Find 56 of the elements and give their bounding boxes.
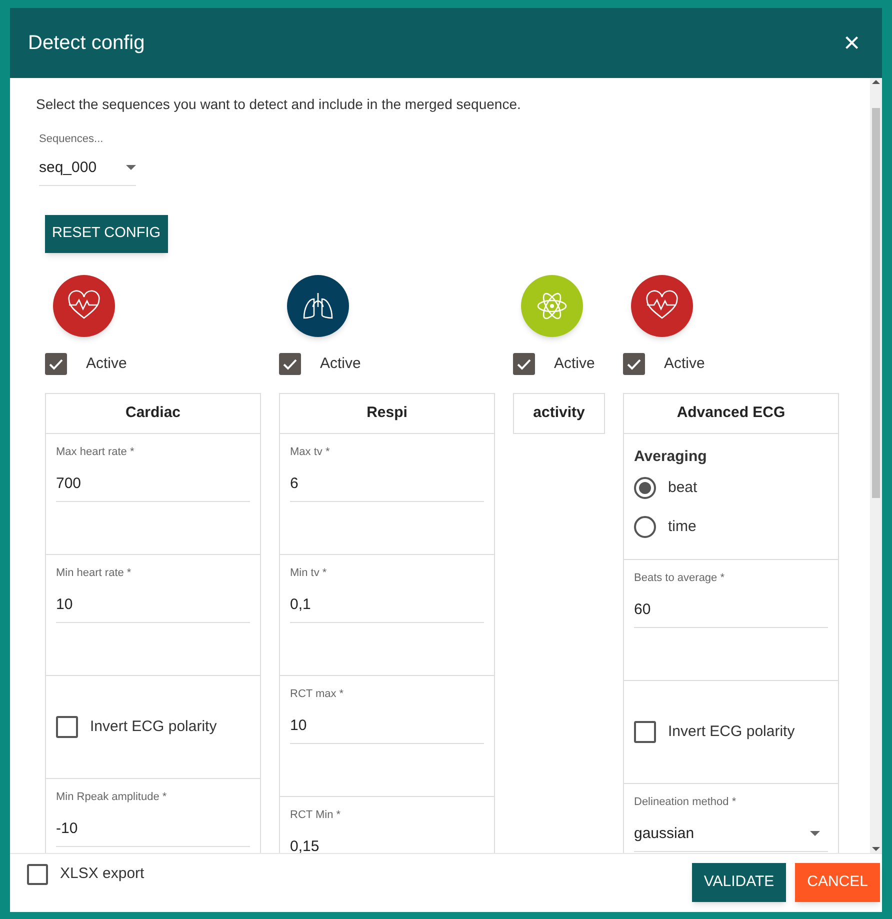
field-label: RCT Min *: [290, 808, 342, 823]
checkbox-label: Active: [320, 354, 361, 374]
card-title: Advanced ECG: [676, 403, 786, 424]
radio-button[interactable]: [634, 477, 656, 499]
instruction-text: Select the sequences you want to detect and include in the merged sequence.: [36, 95, 522, 114]
radio-label: beat: [668, 478, 698, 498]
dropdown-caret-icon: [810, 831, 820, 836]
checkbox[interactable]: [634, 721, 656, 743]
input-field[interactable]: 10: [290, 714, 484, 744]
scroll-down-icon[interactable]: [872, 847, 880, 853]
reset-config-button[interactable]: RESET CONFIG: [45, 215, 168, 253]
field-label: Beats to average *: [634, 571, 726, 586]
radio-button[interactable]: [634, 516, 656, 538]
input-field[interactable]: 0,15: [290, 836, 484, 853]
checkmark-icon: [49, 358, 63, 370]
checkbox[interactable]: [513, 353, 535, 375]
checkbox-label: Active: [86, 354, 127, 374]
input-field[interactable]: 10: [56, 594, 250, 623]
field-label: Sequences...: [39, 132, 104, 147]
field-label: Min Rpeak amplitude *: [56, 790, 168, 805]
input-field[interactable]: -10: [56, 818, 250, 847]
field-label: RCT max *: [290, 687, 345, 702]
card-title: Respi: [366, 403, 408, 424]
checkbox[interactable]: [45, 353, 67, 375]
field-label: Max tv *: [290, 445, 331, 460]
select-field[interactable]: gaussian: [634, 822, 828, 852]
input-field[interactable]: 700: [56, 472, 250, 502]
checkmark-icon: [627, 358, 641, 370]
radio-label: time: [668, 516, 696, 537]
input-field[interactable]: 6: [290, 472, 484, 502]
field-label: Min heart rate *: [56, 566, 132, 581]
checkbox-label: Invert ECG polarity: [90, 716, 217, 737]
field-label: Max heart rate *: [56, 445, 136, 460]
sequences-select[interactable]: seq_000: [39, 156, 136, 186]
dropdown-caret-icon: [126, 165, 136, 170]
close-button[interactable]: ×: [840, 29, 864, 57]
input-field[interactable]: 0,1: [290, 594, 484, 623]
checkbox[interactable]: [623, 353, 645, 375]
window-title: Detect config: [28, 31, 145, 56]
checkbox[interactable]: [27, 864, 48, 885]
checkbox-label: Active: [554, 354, 595, 374]
checkbox[interactable]: [56, 716, 78, 738]
checkbox-label: Active: [664, 354, 705, 374]
field-label: Delineation method *: [634, 795, 738, 810]
validate-button[interactable]: VALIDATE: [692, 863, 786, 902]
input-field[interactable]: 60: [634, 598, 828, 628]
checkmark-icon: [283, 358, 297, 370]
checkbox[interactable]: [279, 353, 301, 375]
checkbox-label: Invert ECG polarity: [668, 722, 795, 742]
scrollbar[interactable]: [870, 78, 882, 853]
card-title: Cardiac: [124, 403, 182, 424]
field-label: Min tv *: [290, 566, 328, 581]
group-label: Averaging: [634, 447, 708, 467]
card-title: activity: [532, 403, 586, 424]
checkbox-label: XLSX export: [60, 864, 144, 884]
checkmark-icon: [517, 358, 531, 370]
